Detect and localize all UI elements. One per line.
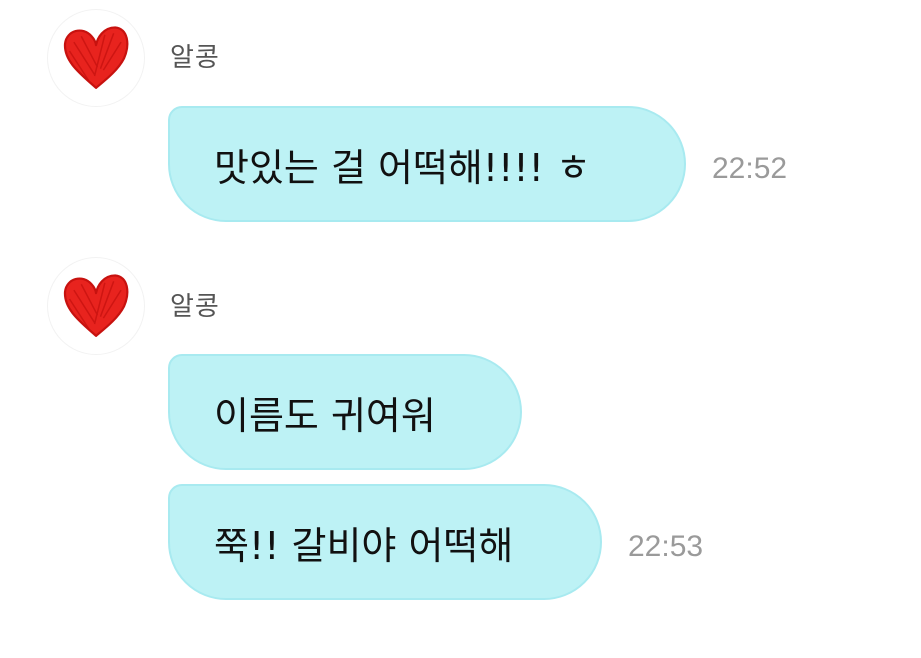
sender-name: 알콩: [170, 43, 220, 73]
message-text: 맛있는 걸 어떡해!!!! ㅎ: [214, 145, 591, 190]
sender-name: 알콩: [170, 292, 220, 322]
sender-avatar[interactable]: [48, 258, 144, 354]
message-timestamp: 22:52: [712, 152, 788, 185]
red-heart-icon: [63, 26, 129, 89]
message-bubble[interactable]: 이름도 귀여워: [168, 354, 522, 470]
chat-view: 알콩 맛있는 걸 어떡해!!!! ㅎ 22:52 알콩 이름도 귀여워 쭉!! …: [0, 0, 921, 658]
red-heart-icon: [63, 274, 129, 337]
message-timestamp: 22:53: [628, 530, 704, 563]
message-text: 쭉!! 갈비야 어떡해: [214, 523, 514, 568]
message-text: 이름도 귀여워: [214, 393, 436, 438]
message-bubble[interactable]: 맛있는 걸 어떡해!!!! ㅎ: [168, 106, 686, 222]
sender-avatar[interactable]: [48, 10, 144, 106]
message-bubble[interactable]: 쭉!! 갈비야 어떡해: [168, 484, 602, 600]
